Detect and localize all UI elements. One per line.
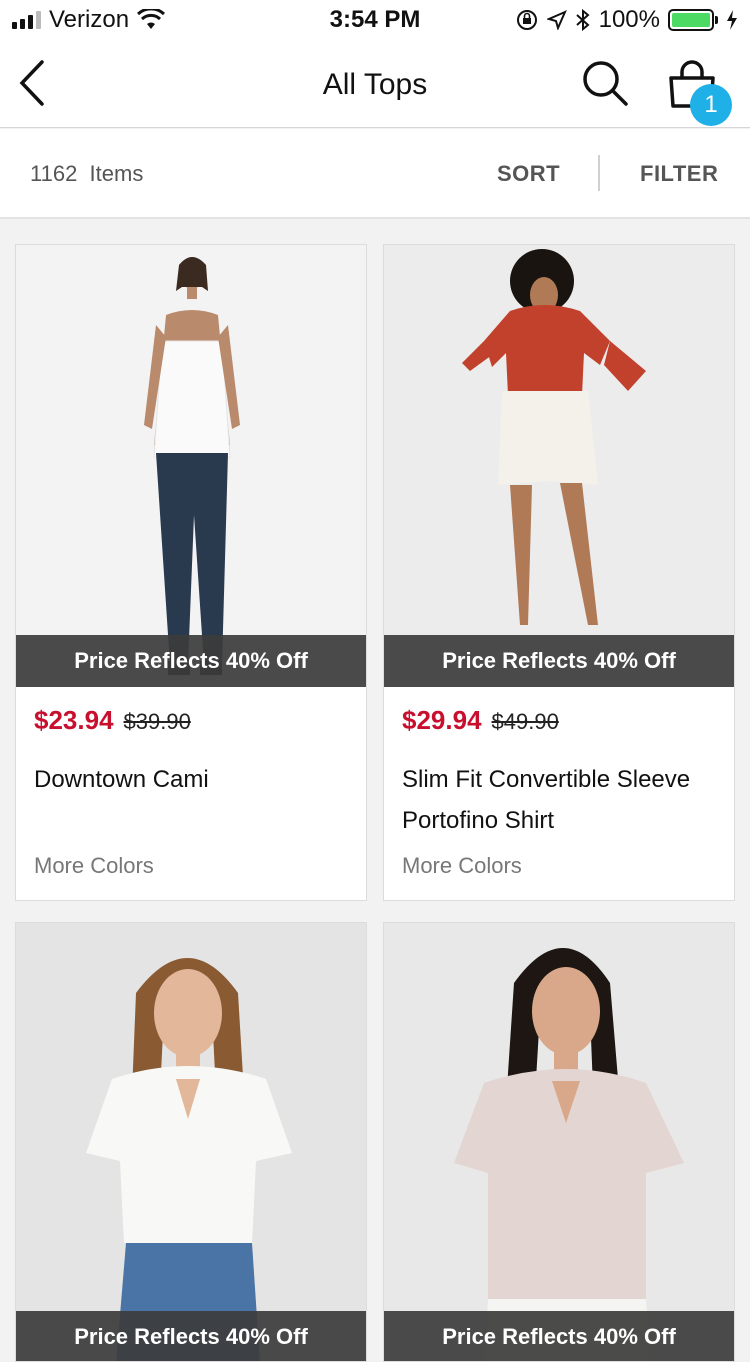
product-image[interactable]: Price Reflects 40% Off bbox=[16, 245, 366, 687]
product-image[interactable]: Price Reflects 40% Off bbox=[16, 923, 366, 1361]
search-icon bbox=[583, 61, 628, 106]
toolbar-divider bbox=[598, 155, 600, 191]
product-name[interactable]: Downtown Cami bbox=[34, 759, 354, 800]
promo-banner: Price Reflects 40% Off bbox=[384, 1311, 734, 1361]
product-card[interactable]: Price Reflects 40% Off $23.94 $39.90 Dow… bbox=[15, 244, 367, 901]
product-card[interactable]: Price Reflects 40% Off bbox=[15, 922, 367, 1362]
price-row: $29.94 $49.90 bbox=[402, 705, 559, 736]
rotation-lock-icon bbox=[516, 10, 537, 30]
page-title: All Tops bbox=[322, 68, 428, 101]
status-left: Verizon bbox=[12, 6, 166, 34]
bluetooth-icon bbox=[575, 8, 590, 32]
cart-count-badge: 1 bbox=[690, 84, 732, 126]
status-bar: Verizon 3:54 PM 100% bbox=[0, 0, 750, 40]
product-photo-white-top bbox=[16, 923, 366, 1361]
product-photo-shirt bbox=[384, 245, 734, 687]
location-icon bbox=[546, 10, 567, 30]
sale-price: $29.94 bbox=[402, 705, 482, 735]
product-card[interactable]: Price Reflects 40% Off $29.94 $49.90 Sli… bbox=[383, 244, 735, 901]
carrier-label: Verizon bbox=[49, 6, 130, 33]
item-count-label: Items bbox=[89, 161, 144, 186]
item-count: 1162 Items bbox=[30, 161, 143, 187]
sort-button[interactable]: SORT bbox=[497, 161, 560, 187]
product-photo-cami bbox=[16, 245, 366, 687]
charging-icon bbox=[727, 10, 737, 30]
more-colors-link[interactable]: More Colors bbox=[402, 853, 522, 879]
product-image[interactable]: Price Reflects 40% Off bbox=[384, 245, 734, 687]
search-button[interactable] bbox=[580, 58, 630, 108]
battery-icon bbox=[668, 9, 718, 31]
battery-percent: 100% bbox=[598, 6, 660, 33]
filter-button[interactable]: FILTER bbox=[640, 161, 718, 187]
original-price: $39.90 bbox=[123, 709, 191, 734]
results-toolbar: 1162 Items SORT FILTER bbox=[0, 129, 750, 219]
product-card[interactable]: Price Reflects 40% Off bbox=[383, 922, 735, 1362]
more-colors-link[interactable]: More Colors bbox=[34, 853, 154, 879]
item-count-value: 1162 bbox=[30, 161, 78, 186]
original-price: $49.90 bbox=[491, 709, 559, 734]
nav-bar: All Tops 1 bbox=[0, 40, 750, 128]
signal-icon bbox=[12, 11, 41, 29]
price-row: $23.94 $39.90 bbox=[34, 705, 191, 736]
promo-banner: Price Reflects 40% Off bbox=[384, 635, 734, 687]
product-name[interactable]: Slim Fit Convertible Sleeve Portofino Sh… bbox=[402, 759, 722, 841]
promo-banner: Price Reflects 40% Off bbox=[16, 1311, 366, 1361]
status-right: 100% bbox=[515, 6, 738, 34]
sale-price: $23.94 bbox=[34, 705, 114, 735]
wifi-icon bbox=[137, 9, 166, 29]
product-photo-satin-top bbox=[384, 923, 734, 1361]
product-image[interactable]: Price Reflects 40% Off bbox=[384, 923, 734, 1361]
promo-banner: Price Reflects 40% Off bbox=[16, 635, 366, 687]
